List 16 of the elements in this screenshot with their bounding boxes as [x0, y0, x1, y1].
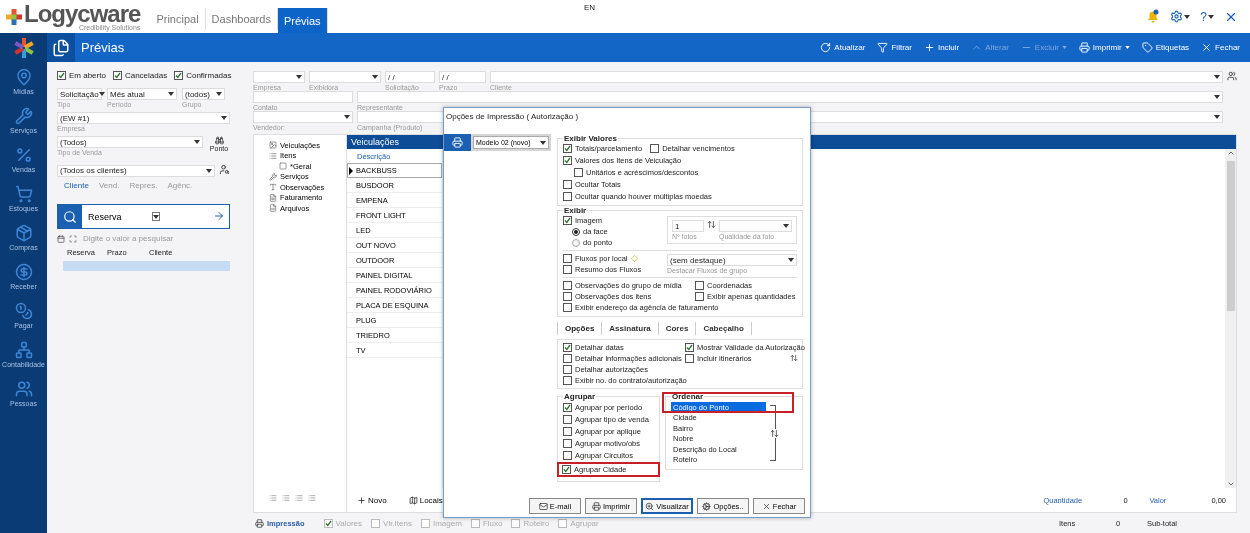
group-title: Agrupar	[563, 392, 597, 401]
checkbox-label: Vlr.Itens	[383, 518, 412, 528]
checkbox-label: Em aberto	[69, 71, 106, 80]
checkbox-label: Roteiro	[523, 518, 550, 528]
group-title: Exibir Valores	[563, 134, 618, 143]
checkbox-label: Imagem	[432, 518, 462, 528]
dialog-title: Opções de Impressão ( Autorização )	[445, 111, 580, 123]
group-title: Ordenar	[671, 392, 705, 401]
checkbox-label: Agrupar	[570, 518, 599, 528]
checkbox-label: Fluxo	[482, 518, 503, 528]
group-title: Exibir	[563, 206, 588, 215]
checkbox-label: Canceladas	[124, 71, 168, 80]
logo-text: Logycware	[24, 2, 141, 26]
checkbox-label: Valores	[335, 518, 363, 528]
page-title: Prévias	[81, 40, 125, 55]
checkbox-label: Confirmadas	[186, 71, 232, 80]
